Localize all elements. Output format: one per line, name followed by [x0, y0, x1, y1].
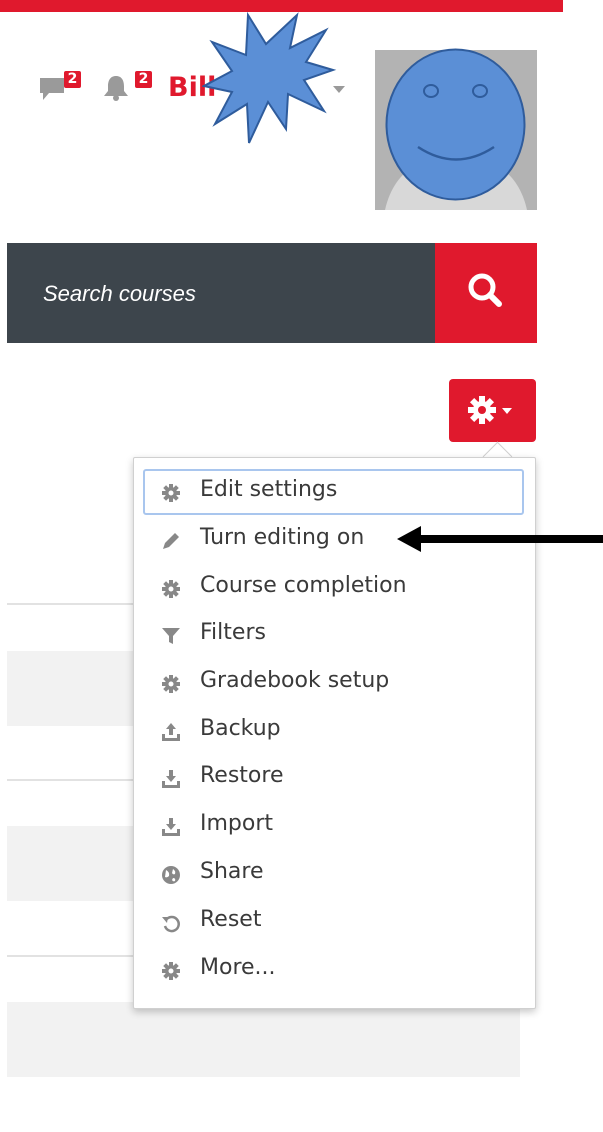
upload-icon [161, 722, 181, 742]
menu-item-label: Share [200, 859, 264, 884]
menu-item-label: Gradebook setup [200, 668, 390, 693]
search-button[interactable] [435, 243, 537, 343]
menu-item-label: Import [200, 811, 274, 836]
gear-icon [161, 961, 181, 981]
smiley-face-redaction [384, 47, 527, 202]
download-icon [161, 769, 181, 789]
messages-badge: 2 [64, 71, 81, 88]
content-divider [7, 603, 137, 605]
menu-item-label: More... [200, 955, 276, 980]
course-search-field[interactable]: Search courses [7, 243, 435, 343]
content-block [7, 1002, 520, 1077]
menu-item-filters[interactable]: Filters [143, 612, 524, 658]
menu-item-gradebook-setup[interactable]: Gradebook setup [143, 660, 524, 706]
menu-item-label: Reset [200, 907, 262, 932]
menu-item-edit-settings[interactable]: Edit settings [143, 469, 524, 515]
menu-item-label: Backup [200, 716, 281, 741]
search-icon [468, 273, 502, 307]
callout-arrow [397, 522, 603, 560]
menu-item-label: Course completion [200, 573, 407, 598]
menu-item-course-completion[interactable]: Course completion [143, 565, 524, 611]
bell-icon[interactable] [102, 75, 130, 101]
menu-item-share[interactable]: Share [143, 851, 524, 897]
menu-item-backup[interactable]: Backup [143, 708, 524, 754]
content-divider [7, 779, 137, 781]
content-divider [7, 955, 137, 957]
gear-icon [468, 396, 512, 424]
download-icon [161, 817, 181, 837]
notifications-badge: 2 [135, 71, 152, 88]
menu-item-label: Filters [200, 620, 266, 645]
menu-item-restore[interactable]: Restore [143, 755, 524, 801]
search-placeholder: Search courses [43, 281, 196, 306]
globe-icon [161, 865, 181, 885]
starburst-redaction [201, 10, 337, 145]
course-actions-gear-button[interactable] [449, 379, 536, 442]
pencil-icon [161, 531, 181, 551]
menu-item-import[interactable]: Import [143, 803, 524, 849]
messages-icon[interactable] [40, 78, 64, 100]
menu-item-label: Restore [200, 763, 284, 788]
filter-icon [161, 626, 181, 646]
gear-icon [161, 674, 181, 694]
menu-item-label: Edit settings [200, 477, 338, 502]
menu-item-more[interactable]: More... [143, 947, 524, 993]
menu-item-label: Turn editing on [200, 525, 365, 550]
gear-icon [161, 483, 181, 503]
menu-item-reset[interactable]: Reset [143, 899, 524, 945]
gear-icon [161, 579, 181, 599]
reset-icon [161, 913, 181, 933]
